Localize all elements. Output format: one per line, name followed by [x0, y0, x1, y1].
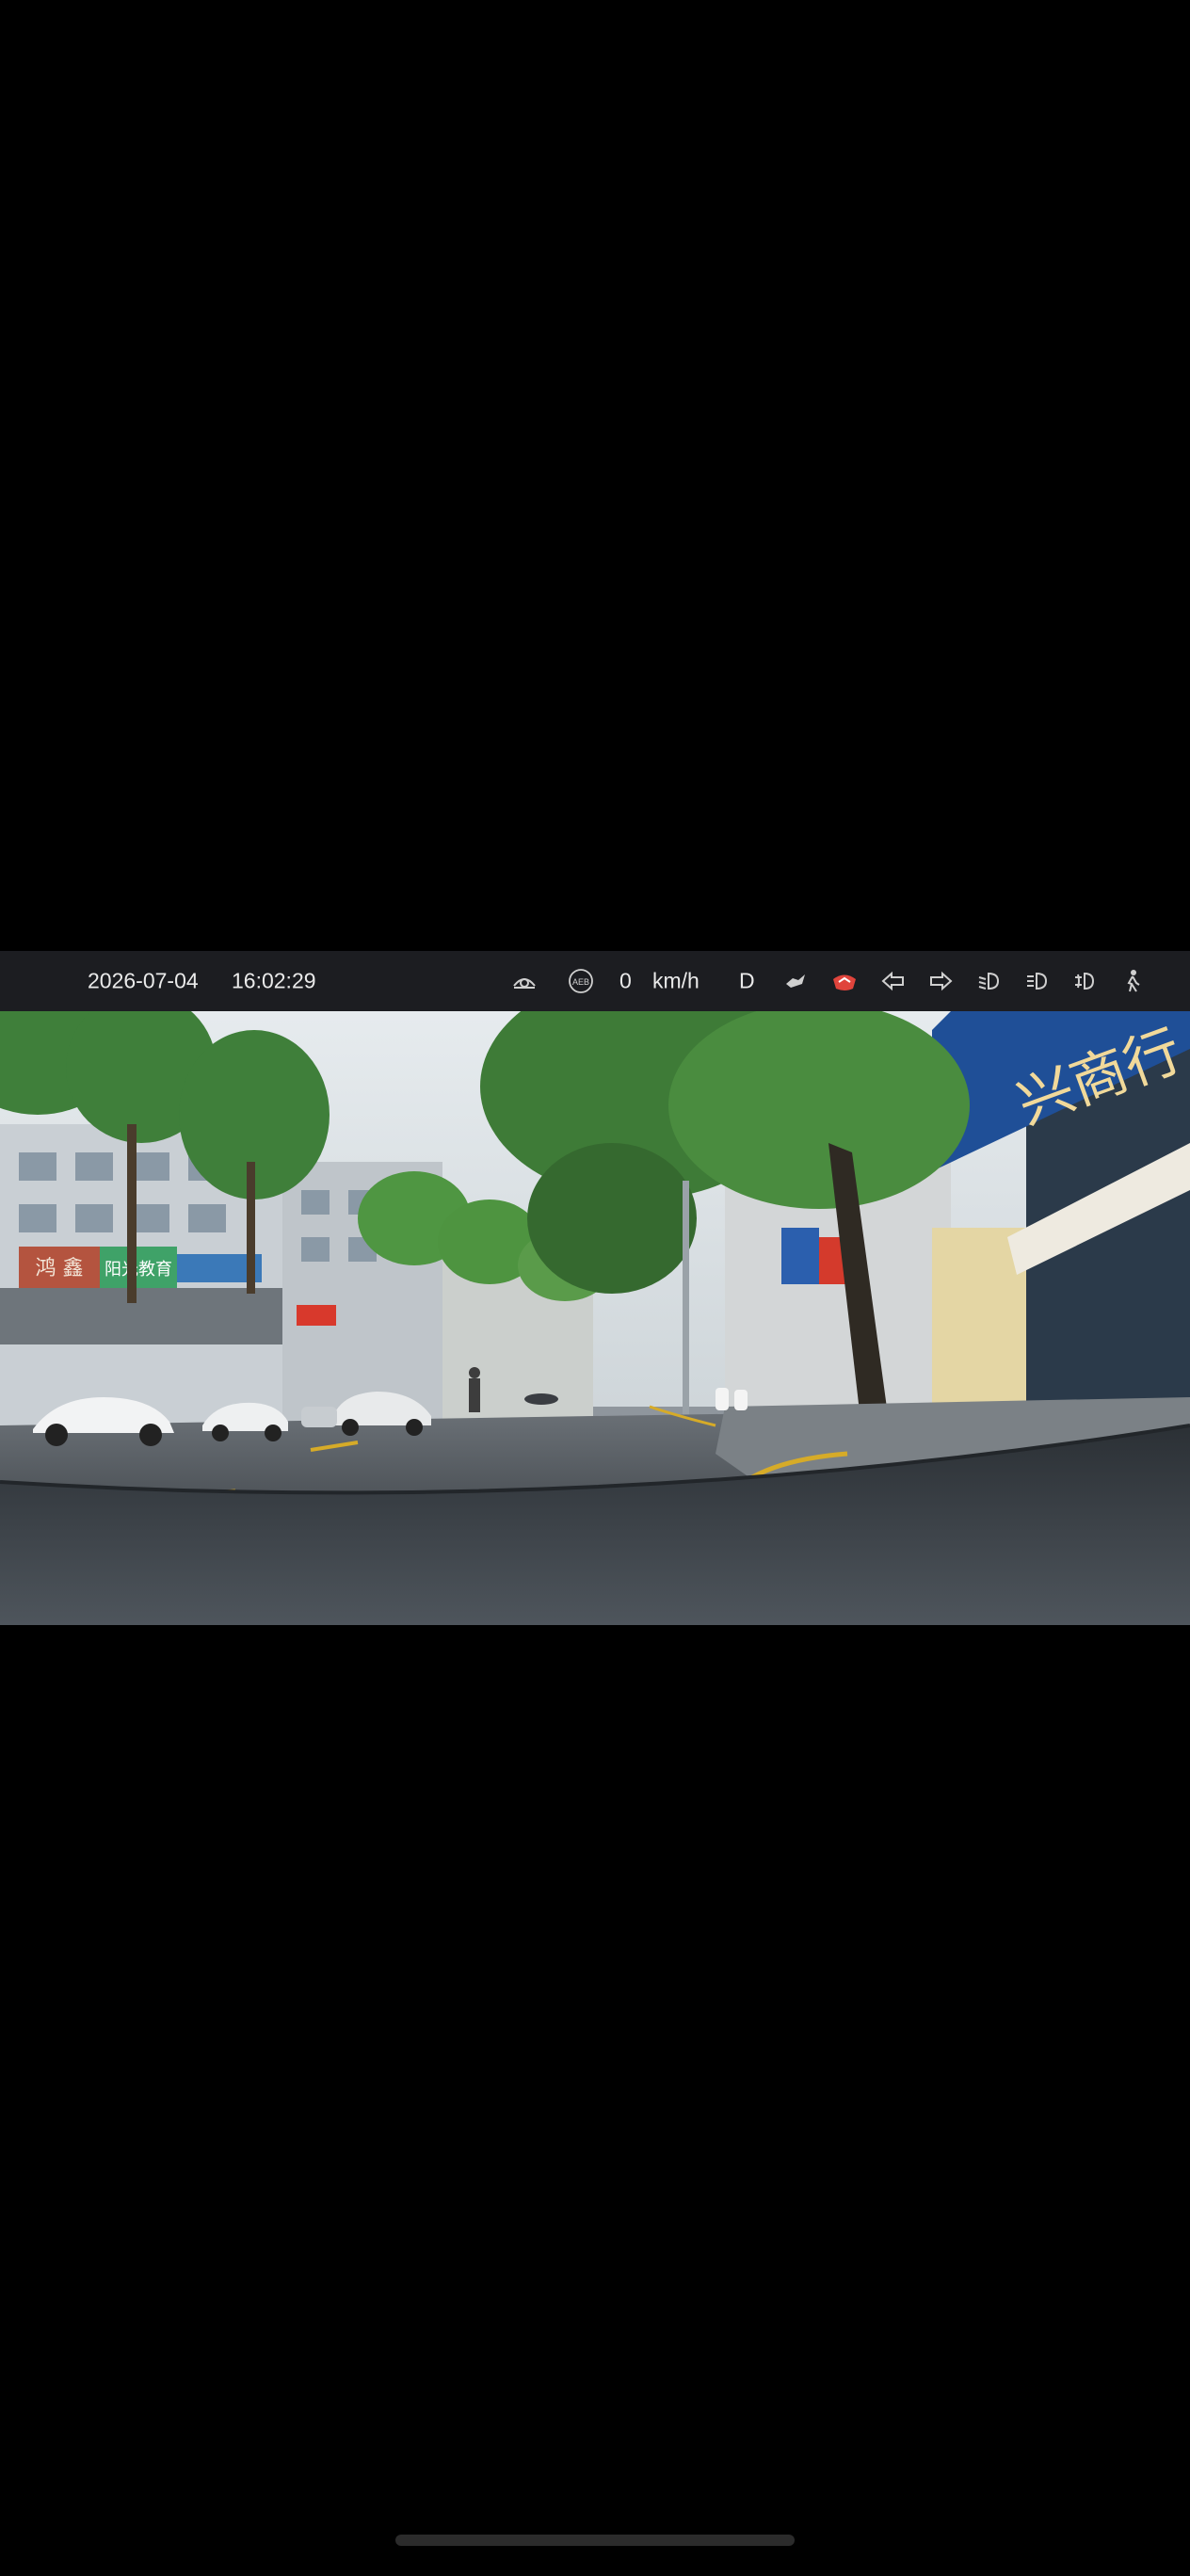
- dashcam-camera-view: 鸿 鑫 阳光教育 兴商行: [0, 1011, 1190, 1625]
- aeb-icon: AEB: [565, 965, 597, 997]
- street-scene: 鸿 鑫 阳光教育 兴商行: [0, 1011, 1190, 1625]
- svg-text:鸿 鑫: 鸿 鑫: [36, 1257, 84, 1280]
- fog-light-icon: [1069, 965, 1101, 997]
- dashcam-status-bar: 2026-07-04 16:02:29 AEB 0 km/h D: [0, 951, 1190, 1011]
- home-indicator[interactable]: [395, 2535, 795, 2546]
- aeb-label: AEB: [572, 977, 589, 987]
- pedestrian-warning-icon: [1117, 965, 1149, 997]
- gear-indicator: D: [739, 968, 755, 993]
- high-beam-icon: [1021, 965, 1053, 997]
- svg-text:阳光教育: 阳光教育: [105, 1260, 172, 1280]
- right-turn-signal-icon: [925, 965, 957, 997]
- left-turn-signal-icon: [877, 965, 909, 997]
- recording-time: 16:02:29: [232, 968, 316, 993]
- seatbelt-warning-icon: [828, 965, 860, 997]
- steering-assist-icon: [508, 965, 540, 997]
- low-beam-icon: [973, 965, 1005, 997]
- hands-off-icon: [780, 965, 812, 997]
- recording-date: 2026-07-04: [88, 968, 199, 993]
- speed-unit: km/h: [652, 968, 700, 993]
- speed-value: 0: [619, 968, 632, 993]
